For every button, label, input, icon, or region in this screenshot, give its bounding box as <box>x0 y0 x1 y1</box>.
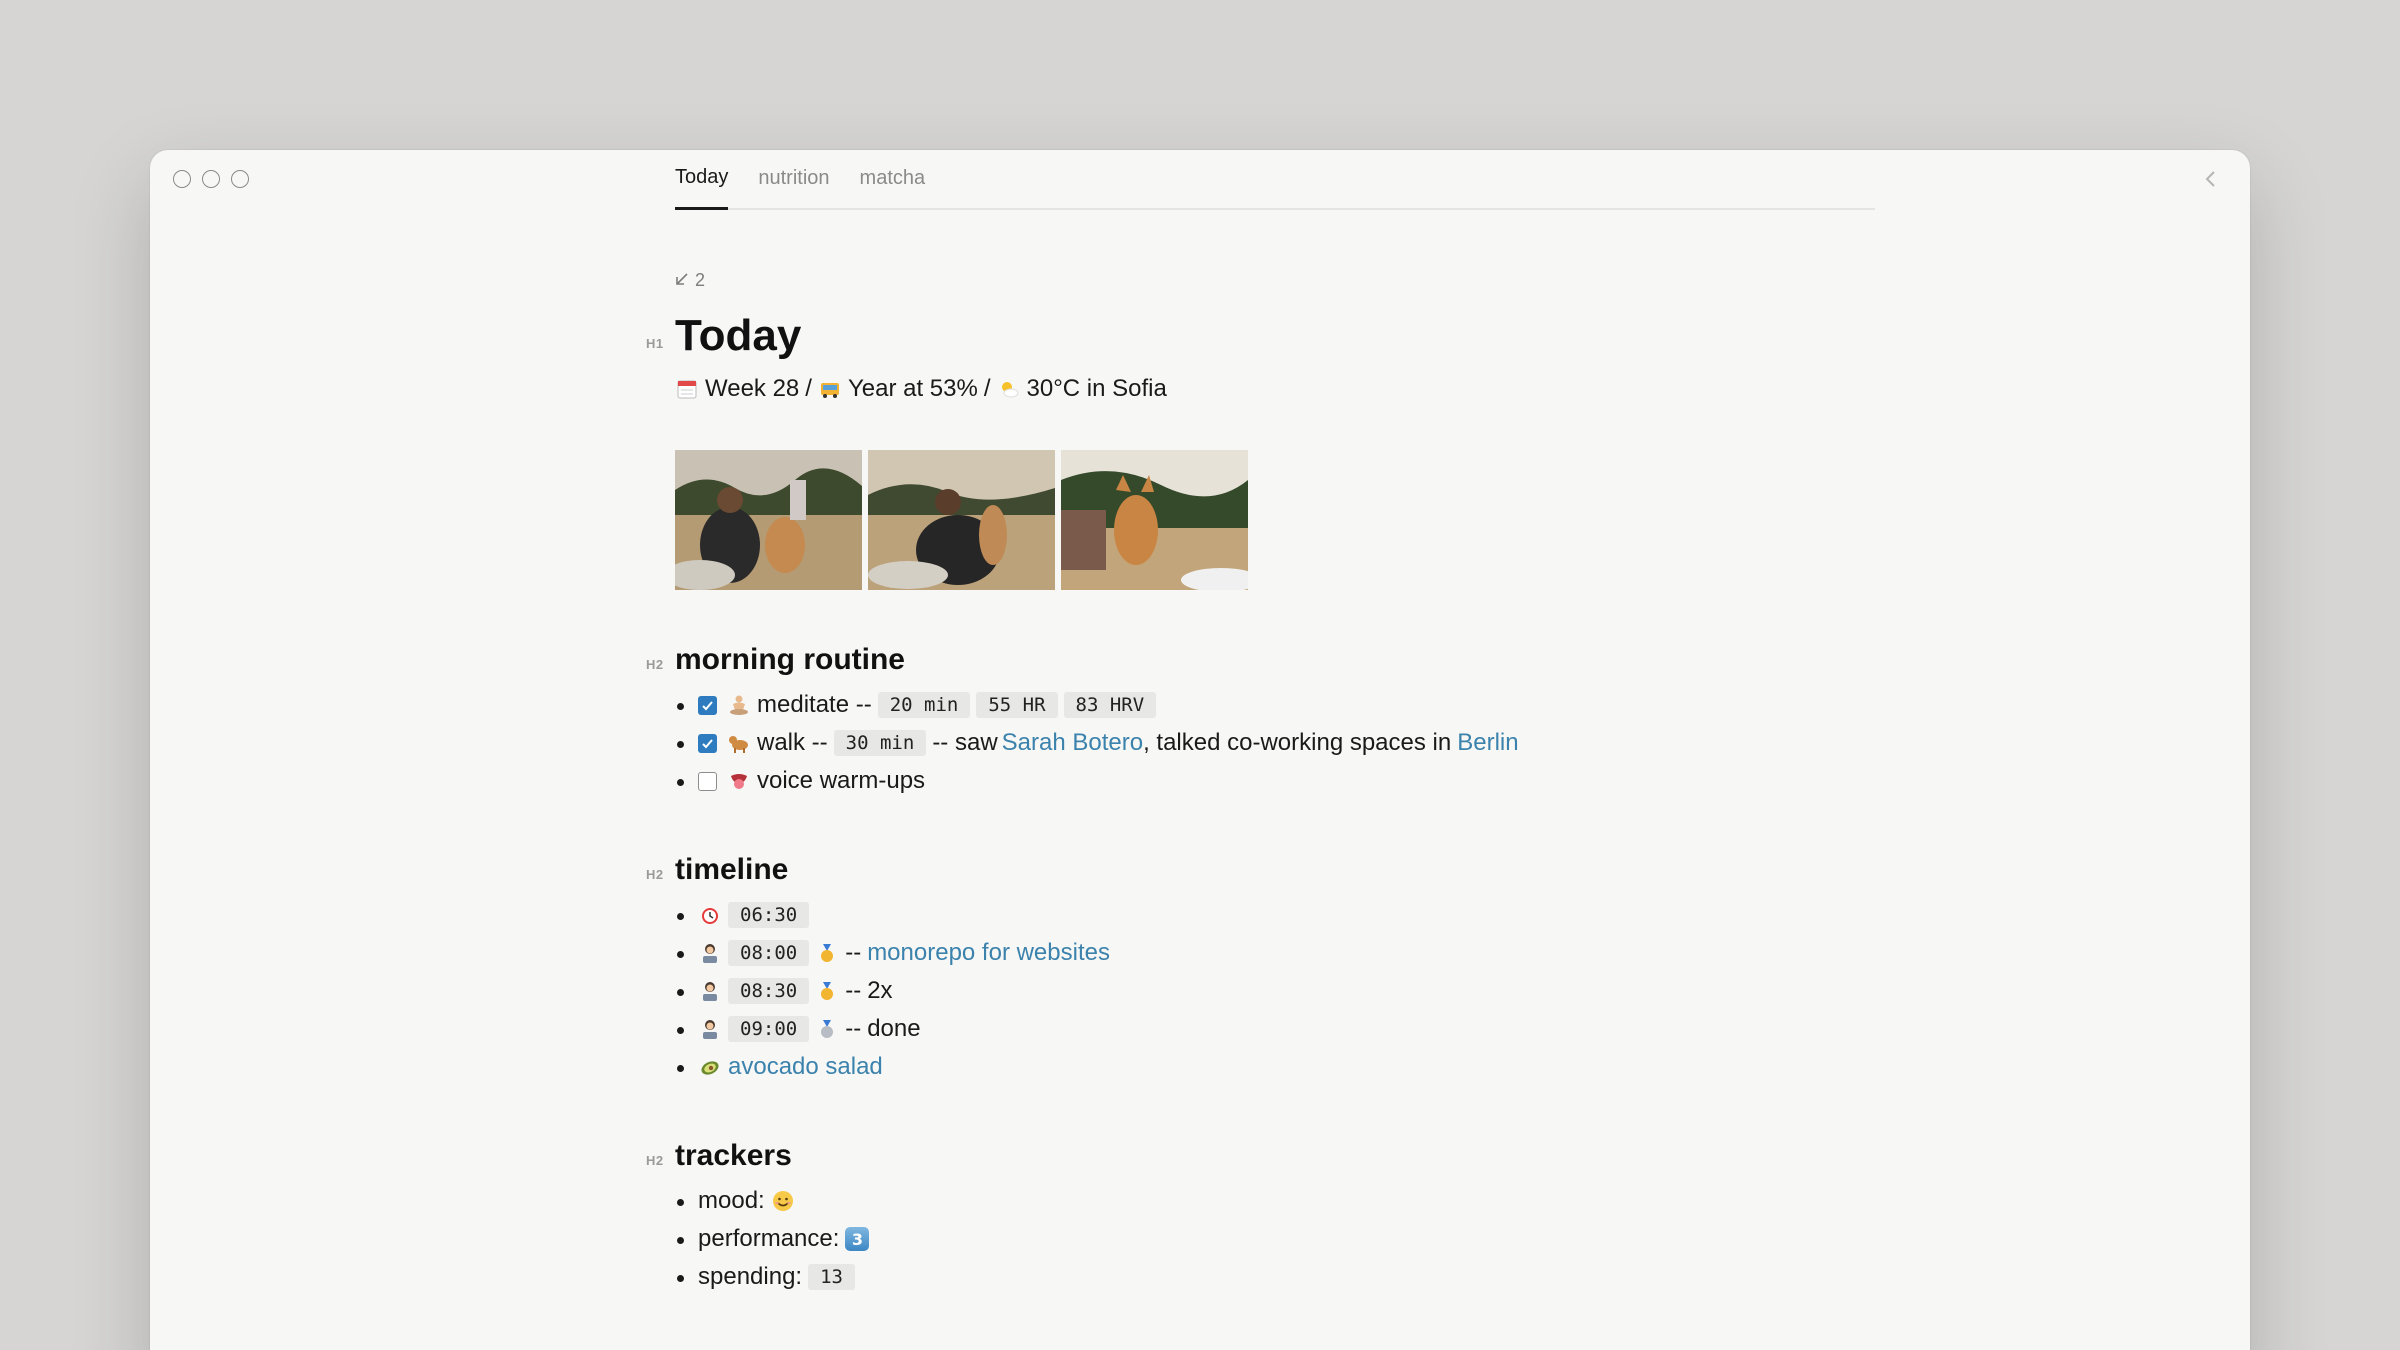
project-link[interactable]: monorepo for websites <box>867 939 1110 967</box>
tab-matcha[interactable]: matcha <box>860 167 926 208</box>
trackers-list: mood: performance: 3 spending: 13 <box>675 1182 1975 1296</box>
photo-gallery <box>675 450 1975 590</box>
duration-chip: 20 min <box>877 692 971 718</box>
time-chip: 06:30 <box>728 902 810 928</box>
smiling-face-icon <box>771 1189 795 1213</box>
time-chip: 09:00 <box>728 1016 810 1042</box>
page-subtitle: Week 28 / Year at 53% / 30°C in Sofia <box>675 372 1975 406</box>
separator: / <box>805 375 812 402</box>
year-progress-text: Year at 53% <box>847 375 978 402</box>
separator: -- <box>845 1015 862 1042</box>
tab-nutrition[interactable]: nutrition <box>758 167 829 208</box>
bus-icon <box>818 377 842 401</box>
timeline-text: 2x <box>867 977 893 1004</box>
list-item: voice warm-ups <box>675 762 1975 800</box>
list-item: meditate -- 20 min 55 HR 83 HRV <box>675 686 1975 724</box>
zoom-window-button[interactable] <box>231 170 249 188</box>
place-link[interactable]: Berlin <box>1457 729 1518 757</box>
list-item: spending: 13 <box>675 1258 1975 1296</box>
task-label: voice warm-ups <box>757 767 926 794</box>
page-content: 2 H1 Today Week 28 / Year at 53% / 30°C … <box>646 268 1975 1296</box>
gold-medal-icon <box>815 941 839 965</box>
timeline-list: 06:30 08:00 -- monorepo for websites 08:… <box>675 896 1975 1086</box>
heart-rate-chip: 55 HR <box>976 692 1058 718</box>
separator: / <box>983 375 991 402</box>
task-checkbox[interactable] <box>698 771 717 791</box>
task-label: meditate -- <box>757 691 872 718</box>
week-text: Week 28 <box>705 375 800 402</box>
arrow-down-left-icon <box>675 270 689 291</box>
gold-medal-icon <box>815 979 839 1003</box>
list-item: mood: <box>675 1182 1975 1220</box>
list-item: 06:30 <box>675 896 1975 934</box>
person-link[interactable]: Sarah Botero <box>1002 729 1143 757</box>
page-title[interactable]: Today <box>675 311 801 361</box>
chevron-left-icon[interactable] <box>2198 166 2224 192</box>
heading-level-marker: H2 <box>646 867 664 882</box>
tongue-icon <box>727 769 751 793</box>
time-chip: 08:00 <box>728 940 810 966</box>
task-checkbox[interactable] <box>698 733 717 753</box>
duration-chip: 30 min <box>833 730 927 756</box>
technologist-icon <box>698 1017 722 1041</box>
technologist-icon <box>698 941 722 965</box>
tab-bar: Today nutrition matcha <box>675 150 1875 210</box>
heading-timeline[interactable]: timeline <box>675 853 788 887</box>
heading-level-marker: H2 <box>646 1153 664 1168</box>
recipe-link[interactable]: avocado salad <box>728 1053 883 1081</box>
alarm-clock-icon <box>698 903 722 927</box>
tracker-label: spending: <box>698 1263 803 1290</box>
list-item: 08:00 -- monorepo for websites <box>675 934 1975 972</box>
list-item: 09:00 -- done <box>675 1010 1975 1048</box>
separator: -- <box>845 977 862 1004</box>
tab-today[interactable]: Today <box>675 166 729 210</box>
meditation-icon <box>727 693 751 717</box>
app-window: Today nutrition matcha 2 H1 Today Week 2… <box>150 150 2250 1350</box>
weather-text: 30°C in Sofia <box>1026 375 1167 402</box>
close-window-button[interactable] <box>173 170 191 188</box>
silver-medal-icon <box>815 1017 839 1041</box>
list-item: walk -- 30 min -- saw Sarah Botero , tal… <box>675 724 1975 762</box>
heading-level-marker: H2 <box>646 657 664 672</box>
backlinks-button[interactable]: 2 <box>675 268 1975 292</box>
task-text: -- saw <box>932 729 998 756</box>
tracker-label: performance: <box>698 1225 840 1252</box>
heading-trackers[interactable]: trackers <box>675 1139 792 1173</box>
technologist-icon <box>698 979 722 1003</box>
list-item: 08:30 -- 2x <box>675 972 1975 1010</box>
minimize-window-button[interactable] <box>202 170 220 188</box>
time-chip: 08:30 <box>728 978 810 1004</box>
heading-level-marker: H1 <box>646 336 664 351</box>
photo-dog-people-2[interactable] <box>868 450 1055 590</box>
morning-routine-list: meditate -- 20 min 55 HR 83 HRV walk -- … <box>675 686 1975 800</box>
window-controls <box>173 170 249 188</box>
dog-icon <box>727 731 751 755</box>
spending-chip: 13 <box>808 1264 855 1290</box>
photo-shiba-dog[interactable] <box>1061 450 1248 590</box>
task-text: , talked co-working spaces in <box>1143 729 1452 756</box>
list-item: performance: 3 <box>675 1220 1975 1258</box>
sun-cloud-icon <box>997 377 1021 401</box>
separator: -- <box>845 939 862 966</box>
backlinks-count: 2 <box>695 269 706 290</box>
keycap-three-icon: 3 <box>845 1227 870 1251</box>
avocado-icon <box>698 1055 722 1079</box>
photo-dog-people-1[interactable] <box>675 450 862 590</box>
task-checkbox[interactable] <box>698 695 717 715</box>
heading-morning-routine[interactable]: morning routine <box>675 643 905 677</box>
task-label: walk -- <box>757 729 828 756</box>
calendar-icon <box>675 377 699 401</box>
timeline-text: done <box>867 1015 921 1042</box>
hrv-chip: 83 HRV <box>1063 692 1157 718</box>
tracker-label: mood: <box>698 1187 765 1214</box>
list-item: avocado salad <box>675 1048 1975 1086</box>
